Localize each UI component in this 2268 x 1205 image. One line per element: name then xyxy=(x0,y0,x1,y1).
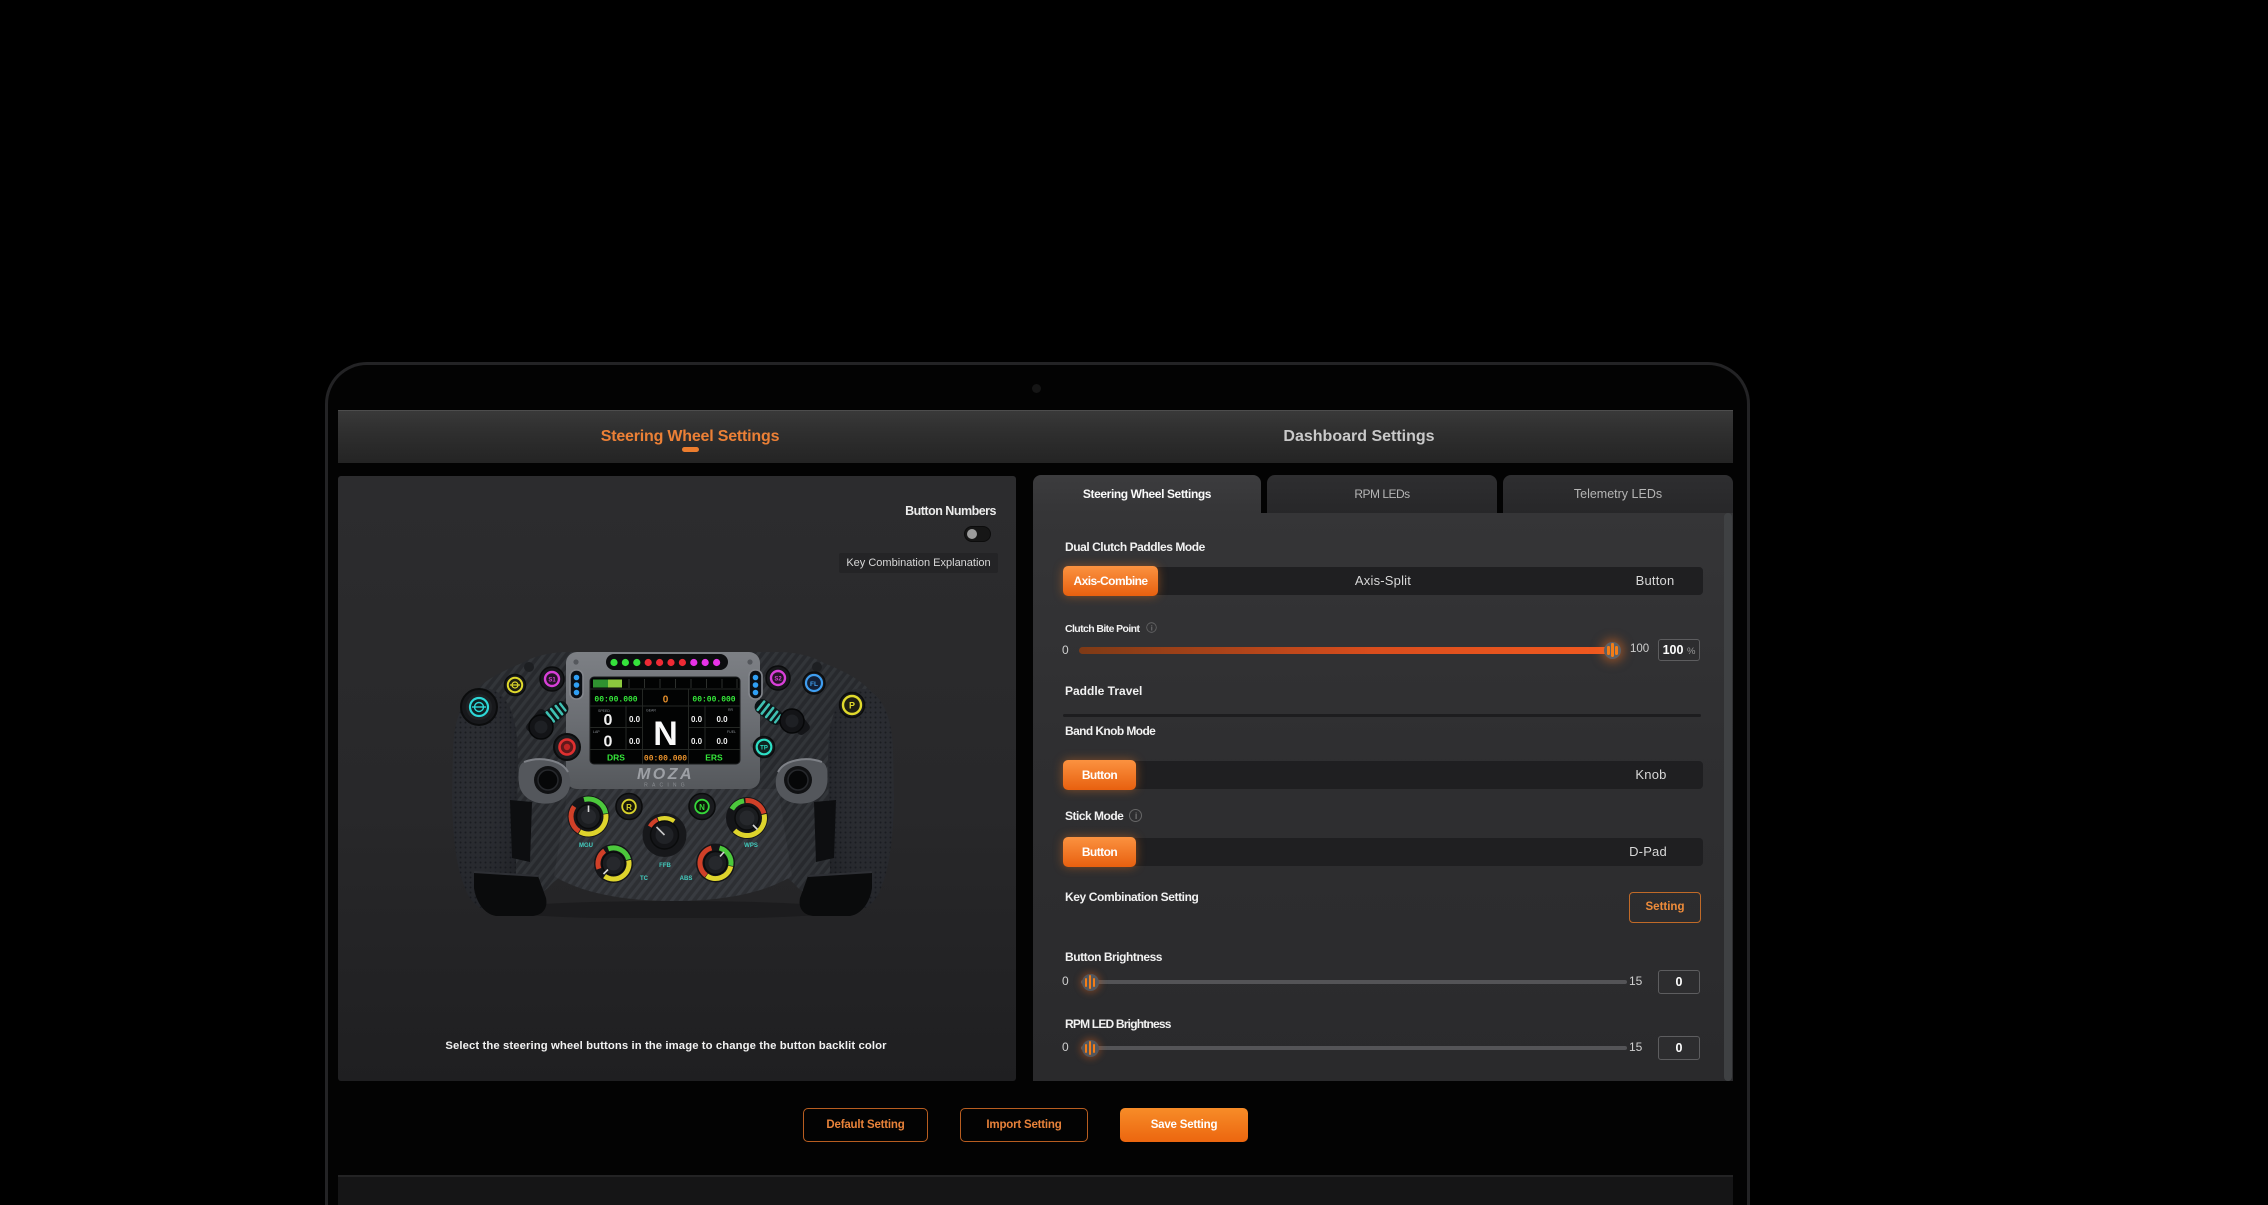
svg-text:0.0: 0.0 xyxy=(716,715,728,724)
svg-text:WPS: WPS xyxy=(744,843,758,849)
svg-text:00:00.000: 00:00.000 xyxy=(594,696,637,705)
svg-text:FUEL: FUEL xyxy=(727,730,736,734)
svg-text:ABS: ABS xyxy=(680,876,693,882)
svg-text:DRS: DRS xyxy=(607,753,625,763)
svg-text:RR: RR xyxy=(728,708,734,712)
svg-text:GEAR: GEAR xyxy=(646,709,656,713)
svg-text:N: N xyxy=(653,715,678,753)
svg-text:00:00.000: 00:00.000 xyxy=(692,696,735,705)
svg-text:0.0: 0.0 xyxy=(716,737,728,746)
svg-text:N: N xyxy=(699,803,705,812)
svg-text:P: P xyxy=(849,701,855,711)
svg-text:00:00.000: 00:00.000 xyxy=(644,755,687,764)
svg-text:TP: TP xyxy=(760,746,768,752)
svg-text:ERS: ERS xyxy=(705,753,723,763)
svg-text:0.0: 0.0 xyxy=(691,737,703,746)
svg-text:0.0: 0.0 xyxy=(629,715,641,724)
svg-text:R: R xyxy=(626,803,632,812)
svg-text:MGU: MGU xyxy=(579,843,593,849)
svg-text:0: 0 xyxy=(604,712,613,729)
svg-text:0.0: 0.0 xyxy=(629,737,641,746)
svg-text:FL: FL xyxy=(810,681,818,688)
svg-text:RACING: RACING xyxy=(644,783,689,789)
svg-text:LAP: LAP xyxy=(593,730,600,734)
svg-text:0.0: 0.0 xyxy=(691,715,703,724)
svg-text:S2: S2 xyxy=(774,677,782,683)
svg-text:0: 0 xyxy=(604,734,613,751)
svg-text:TC: TC xyxy=(640,876,649,882)
svg-text:S1: S1 xyxy=(548,678,556,684)
svg-text:FFB: FFB xyxy=(659,863,671,869)
svg-text:0: 0 xyxy=(663,695,669,706)
svg-text:MOZA: MOZA xyxy=(637,766,694,783)
